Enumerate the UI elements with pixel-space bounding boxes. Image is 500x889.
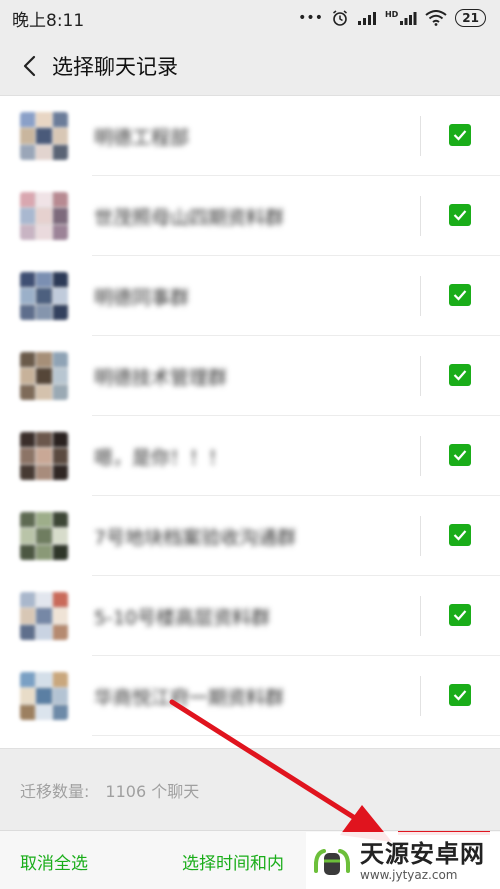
watermark: 天源安卓网 www.jytyaz.com [306, 832, 500, 889]
chat-checkbox[interactable] [449, 124, 471, 146]
chat-checkbox[interactable] [449, 364, 471, 386]
group-avatar [20, 352, 68, 400]
page-title: 选择聊天记录 [52, 54, 178, 79]
row-divider [420, 596, 421, 636]
row-divider [420, 276, 421, 316]
group-avatar [20, 592, 68, 640]
chat-name: 明德同事群 [94, 286, 190, 309]
row-divider [420, 676, 421, 716]
chat-checkbox[interactable] [449, 524, 471, 546]
group-avatar [20, 192, 68, 240]
migration-count-label: 迁移数量: [20, 781, 90, 801]
chat-row[interactable]: 明德工程部 [0, 96, 500, 176]
status-bar: 晚上8:11 ••• HD 21 [0, 0, 500, 36]
chat-checkbox[interactable] [449, 284, 471, 306]
select-time-content-button[interactable]: 选择时间和内 [182, 849, 284, 874]
status-time: 晚上8:11 [12, 10, 85, 31]
checkmark-icon [453, 210, 467, 221]
checkmark-icon [453, 450, 467, 461]
chat-name: 世茂照母山四期资料群 [94, 206, 285, 229]
migration-count-value: 1106 个聊天 [105, 781, 200, 801]
chat-checkbox[interactable] [449, 684, 471, 706]
nav-bar: 选择聊天记录 [0, 36, 500, 96]
chat-row[interactable]: 5-10号楼高层资料群 [0, 576, 500, 656]
cell-signal-icon [357, 12, 376, 25]
checkmark-icon [453, 530, 467, 541]
chat-row[interactable]: 7号地块档案验收沟通群 [0, 496, 500, 576]
group-avatar [20, 112, 68, 160]
checkmark-icon [453, 130, 467, 141]
row-divider [420, 356, 421, 396]
checkmark-icon [453, 610, 467, 621]
checkmark-icon [453, 290, 467, 301]
chat-row[interactable]: 嗯，是你！！！ [0, 416, 500, 496]
wifi-icon [425, 10, 447, 26]
migration-summary: 迁移数量: 1106 个聊天 [0, 748, 500, 830]
checkmark-icon [453, 690, 467, 701]
group-avatar [20, 672, 68, 720]
group-avatar [20, 512, 68, 560]
chat-name: 明德技术管理群 [94, 366, 228, 389]
back-chevron-icon [23, 55, 36, 76]
row-divider [420, 116, 421, 156]
chat-checkbox[interactable] [449, 204, 471, 226]
avatar [20, 432, 68, 480]
chat-name: 5-10号楼高层资料群 [94, 606, 271, 629]
row-divider [420, 196, 421, 236]
cell-signal-2-icon [400, 12, 417, 25]
chat-list[interactable]: 明德工程部 世茂照母山四期资料群 明德同事群 明德技术管理群 嗯，是你！！！ 7… [0, 96, 500, 748]
chat-checkbox[interactable] [449, 444, 471, 466]
row-divider [420, 436, 421, 476]
hd-label: HD [384, 10, 399, 19]
status-icons: ••• HD 21 [298, 9, 486, 27]
chat-name: 明德工程部 [94, 126, 190, 149]
watermark-url: www.jytyaz.com [360, 867, 458, 882]
checkmark-icon [453, 370, 467, 381]
row-divider [420, 516, 421, 556]
alarm-icon [332, 10, 347, 26]
back-button[interactable] [14, 46, 44, 86]
notification-dots-icon: ••• [298, 10, 323, 26]
deselect-all-button[interactable]: 取消全选 [20, 849, 88, 874]
battery-indicator: 21 [455, 9, 486, 27]
chat-name: 7号地块档案验收沟通群 [94, 526, 297, 549]
chat-row[interactable]: 明德技术管理群 [0, 336, 500, 416]
watermark-logo-icon [314, 848, 350, 875]
chat-row[interactable]: 明德同事群 [0, 256, 500, 336]
watermark-title: 天源安卓网 [360, 839, 485, 868]
chat-checkbox[interactable] [449, 604, 471, 626]
chat-name: 华商悦江府一期资料群 [94, 686, 285, 709]
chat-row[interactable]: 华商悦江府一期资料群 [0, 656, 500, 736]
chat-row[interactable]: 世茂照母山四期资料群 [0, 176, 500, 256]
chat-name: 嗯，是你！！！ [94, 446, 228, 469]
group-avatar [20, 272, 68, 320]
